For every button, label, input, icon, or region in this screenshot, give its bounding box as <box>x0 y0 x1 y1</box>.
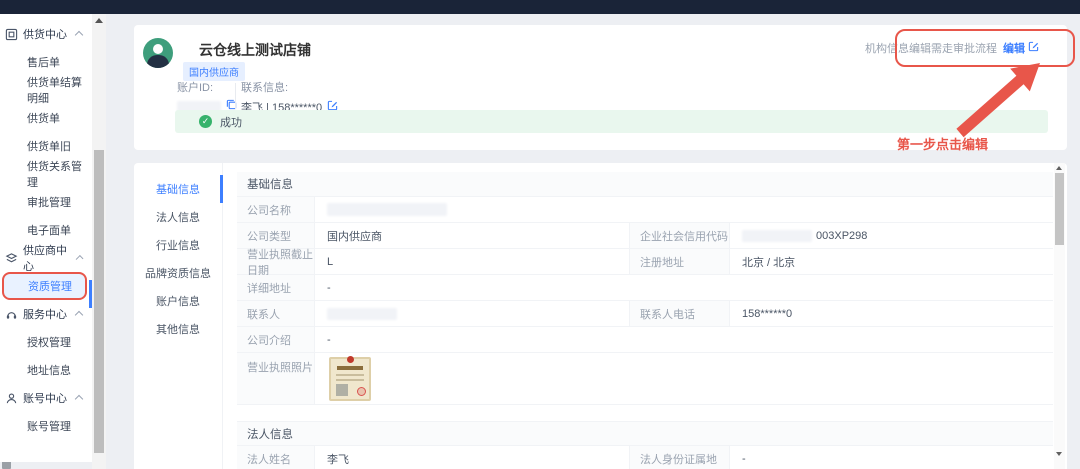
edit-button[interactable]: 编辑 <box>1003 40 1039 56</box>
chevron-up-icon <box>75 311 83 319</box>
credit-code-value: 003XP298 <box>730 223 1053 249</box>
store-header-card: 云仓线上测试店铺 国内供应商 账户ID: 联系信息: 李飞 | 158*****… <box>134 25 1067 150</box>
license-expiry-value: L <box>315 249 630 275</box>
redacted-value <box>742 230 812 242</box>
top-bar <box>0 0 1080 14</box>
sidebar-section-label: 供货中心 <box>23 26 67 42</box>
sidebar-item-qualification[interactable]: 资质管理 <box>2 272 87 300</box>
license-seal <box>357 387 366 396</box>
detail-tabs: 基础信息 法人信息 行业信息 品牌资质信息 账户信息 其他信息 <box>134 163 223 469</box>
scroll-down-arrow-icon[interactable] <box>1056 452 1062 456</box>
sidebar-section-supplier-center[interactable]: 供应商中心 <box>0 244 92 272</box>
legal-name-label: 法人姓名 <box>237 446 315 469</box>
sidebar-item-approval[interactable]: 审批管理 <box>0 188 92 216</box>
scroll-up-arrow-icon[interactable] <box>95 18 103 23</box>
headset-icon <box>5 308 18 321</box>
section-title-legal: 法人信息 <box>237 421 1053 446</box>
company-intro-label: 公司介绍 <box>237 327 315 353</box>
status-bar: ✓ 成功 <box>175 110 1048 133</box>
sidebar: 供货中心 售后单 供货单结算明细 供货单 供货单旧 供货关系管理 审批管理 电子… <box>0 14 92 462</box>
user-icon <box>5 392 18 405</box>
contact-phone-value: 158******0 <box>730 301 1053 327</box>
legal-id-region-label: 法人身份证属地 <box>630 446 730 469</box>
sidebar-item-address-info[interactable]: 地址信息 <box>0 356 92 384</box>
tab-account-info[interactable]: 账户信息 <box>134 287 222 315</box>
sidebar-section-supply-center[interactable]: 供货中心 <box>0 20 92 48</box>
license-photo-label: 营业执照照片 <box>237 353 315 405</box>
edit-area: 机构信息编辑需走审批流程 编辑 <box>865 40 1039 56</box>
tab-other-info[interactable]: 其他信息 <box>134 315 222 343</box>
registered-address-label: 注册地址 <box>630 249 730 275</box>
scroll-up-arrow-icon[interactable] <box>1056 166 1062 170</box>
redacted-value <box>327 203 447 216</box>
registered-address-value: 北京 / 北京 <box>730 249 1053 275</box>
sidebar-section-label: 服务中心 <box>23 306 67 322</box>
sidebar-item-supply-relation[interactable]: 供货关系管理 <box>0 160 92 188</box>
account-id-label: 账户ID: <box>177 79 237 95</box>
sidebar-scrollbar[interactable] <box>92 14 106 469</box>
contact-phone-label: 联系人电话 <box>630 301 730 327</box>
edit-notice: 机构信息编辑需走审批流程 <box>865 40 997 56</box>
license-expiry-label: 营业执照截止日期 <box>237 249 315 275</box>
bottom-left-icon <box>2 461 11 469</box>
sidebar-item-supply-order-old[interactable]: 供货单旧 <box>0 132 92 160</box>
contact-person-label: 联系人 <box>237 301 315 327</box>
tab-legal-info[interactable]: 法人信息 <box>134 203 222 231</box>
license-qr <box>336 384 348 396</box>
tab-basic-info[interactable]: 基础信息 <box>134 175 222 203</box>
chevron-up-icon <box>75 31 83 39</box>
sidebar-section-account-center[interactable]: 账号中心 <box>0 384 92 412</box>
company-name-value <box>315 197 1053 223</box>
detail-address-label: 详细地址 <box>237 275 315 301</box>
license-emblem <box>347 356 354 363</box>
check-circle-icon: ✓ <box>199 115 212 128</box>
sidebar-section-label: 账号中心 <box>23 390 67 406</box>
divider <box>235 83 236 109</box>
account-id-block: 账户ID: <box>177 79 237 113</box>
contact-info-label: 联系信息: <box>241 79 338 95</box>
section-title-basic: 基础信息 <box>237 172 1053 197</box>
chevron-up-icon <box>75 395 83 403</box>
sidebar-item-after-sale[interactable]: 售后单 <box>0 48 92 76</box>
scrollbar-thumb[interactable] <box>94 150 104 453</box>
tab-industry-info[interactable]: 行业信息 <box>134 231 222 259</box>
legal-id-region-value: - <box>730 446 1053 469</box>
credit-code-label: 企业社会信用代码 <box>630 223 730 249</box>
qualification-detail-card: 基础信息 法人信息 行业信息 品牌资质信息 账户信息 其他信息 基础信息 公司名… <box>134 163 1067 469</box>
business-license-thumbnail[interactable] <box>329 357 371 401</box>
store-avatar <box>143 38 173 68</box>
sidebar-section-service-center[interactable]: 服务中心 <box>0 300 92 328</box>
company-name-label: 公司名称 <box>237 197 315 223</box>
sidebar-item-supply-settlement[interactable]: 供货单结算明细 <box>0 76 92 104</box>
company-intro-value: - <box>315 327 1053 353</box>
scrollbar-thumb[interactable] <box>1055 173 1064 245</box>
sidebar-item-ewaybill[interactable]: 电子面单 <box>0 216 92 244</box>
basic-info-form: 基础信息 公司名称 公司类型 国内供应商 企业社会信用代码 003XP298 营… <box>237 172 1053 469</box>
edit-square-icon <box>1028 41 1039 55</box>
main-content: 云仓线上测试店铺 国内供应商 账户ID: 联系信息: 李飞 | 158*****… <box>106 14 1080 469</box>
company-type-value: 国内供应商 <box>315 223 630 249</box>
active-item-indicator <box>89 280 92 308</box>
redacted-value <box>327 308 397 320</box>
store-name: 云仓线上测试店铺 <box>199 40 311 60</box>
content-scrollbar[interactable] <box>1054 163 1065 469</box>
sidebar-section-label: 供应商中心 <box>23 242 72 274</box>
legal-name-value: 李飞 <box>315 446 630 469</box>
layers-icon <box>5 252 18 265</box>
grid-icon <box>5 28 18 41</box>
annotation-step-text: 第一步点击编辑 <box>897 134 988 153</box>
chevron-up-icon <box>75 255 83 263</box>
sidebar-item-supply-order[interactable]: 供货单 <box>0 104 92 132</box>
detail-address-value: - <box>315 275 1053 301</box>
contact-person-value <box>315 301 630 327</box>
sidebar-item-authorization[interactable]: 授权管理 <box>0 328 92 356</box>
sidebar-item-account-management[interactable]: 账号管理 <box>0 412 92 440</box>
status-text: 成功 <box>220 114 242 130</box>
license-photo-cell <box>315 353 1053 405</box>
tab-brand-qualification[interactable]: 品牌资质信息 <box>134 259 222 287</box>
